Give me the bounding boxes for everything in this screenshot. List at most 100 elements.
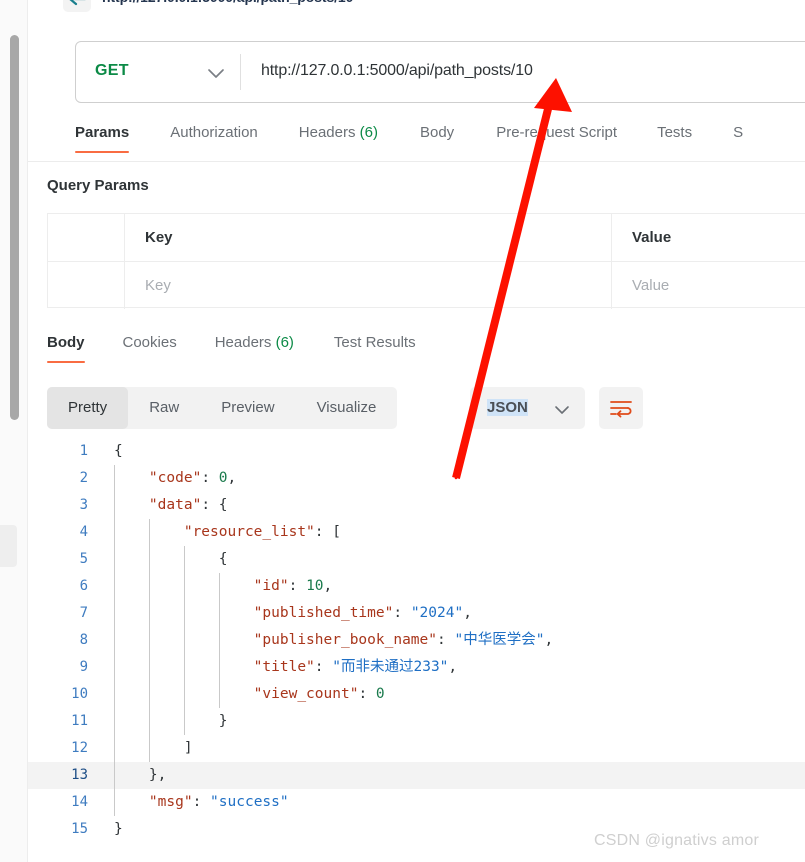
view-mode-visualize[interactable]: Visualize [296, 387, 398, 429]
code-token: , [463, 605, 472, 621]
code-token: "view_count" [114, 686, 359, 702]
url-bar-divider [240, 54, 241, 90]
code-token: : [358, 686, 376, 702]
code-line[interactable]: 5 { [28, 546, 805, 573]
row-checkbox-cell[interactable] [48, 262, 125, 309]
code-line-number: 5 [79, 551, 88, 567]
tab-tests[interactable]: Tests [657, 124, 692, 141]
key-input-placeholder[interactable]: Key [145, 277, 171, 294]
view-mode-preview[interactable]: Preview [200, 387, 295, 429]
code-line-number: 13 [71, 767, 88, 783]
code-token: "success" [210, 794, 289, 810]
table-header-row: Key Value [48, 214, 805, 261]
code-token: : { [201, 497, 228, 513]
code-line[interactable]: 3 "data": { [28, 492, 805, 519]
code-line[interactable]: 2 "code": 0, [28, 465, 805, 492]
code-line[interactable]: 13 }, [28, 762, 805, 789]
code-token: { [114, 551, 228, 567]
code-line-text: "resource_list": [ [114, 519, 341, 546]
response-tab-cookies[interactable]: Cookies [123, 334, 177, 351]
code-line-text: "view_count": 0 [114, 681, 385, 708]
code-line[interactable]: 14 "msg": "success" [28, 789, 805, 816]
code-token: "id" [114, 578, 289, 594]
http-method-select[interactable]: GET [76, 42, 240, 102]
code-line-text: "publisher_book_name": "中华医学会", [114, 627, 554, 654]
tab-label: Body [47, 334, 85, 351]
response-format-select[interactable]: JSON [470, 387, 585, 429]
code-line[interactable]: 7 "published_time": "2024", [28, 600, 805, 627]
tab-authorization[interactable]: Authorization [170, 124, 258, 141]
breadcrumb-url-text: http://127.0.0.1:5000/api/path_posts/10 [102, 0, 353, 5]
url-input[interactable]: http://127.0.0.1:5000/api/path_posts/10 [261, 62, 533, 80]
header-value-label: Value [632, 229, 672, 246]
code-token: : [288, 578, 307, 594]
tab-pre-request-script[interactable]: Pre-request Script [496, 124, 617, 141]
response-body-code-viewer[interactable]: 1{2 "code": 0, 3 "data": {4 "resource_lis… [28, 438, 805, 862]
tab-headers[interactable]: Headers (6) [299, 124, 378, 141]
code-line-text: ] [114, 735, 193, 762]
tab-label: Pre-request Script [496, 124, 618, 141]
code-token: 10 [306, 578, 324, 594]
http-method-label: GET [95, 62, 129, 79]
code-line[interactable]: 12 ] [28, 735, 805, 762]
code-token: "publisher_book_name" [114, 632, 438, 648]
code-line[interactable]: 9 "title": "而非未通过233", [28, 654, 805, 681]
row-key-cell[interactable]: Key [125, 262, 612, 309]
code-line-number: 14 [71, 794, 88, 810]
code-token: "published_time" [114, 605, 394, 621]
view-mode-pretty[interactable]: Pretty [47, 387, 129, 429]
code-token: , [227, 470, 237, 486]
tab-label: Headers [214, 334, 272, 351]
tab-s[interactable]: S [733, 124, 743, 141]
sidebar-collapsed-handle[interactable] [0, 525, 17, 567]
code-line[interactable]: 6 "id": 10, [28, 573, 805, 600]
code-line-text: "data": { [114, 492, 228, 519]
code-token: } [114, 713, 228, 729]
value-input-placeholder[interactable]: Value [632, 277, 669, 294]
tab-label: Headers [298, 124, 356, 141]
query-params-table: Key Value Key Value [47, 213, 805, 309]
response-tab-headers[interactable]: Headers (6) [215, 334, 294, 351]
header-key-label: Key [145, 229, 173, 246]
left-rail [0, 0, 28, 862]
back-arrow-icon[interactable] [63, 0, 91, 12]
code-line[interactable]: 10 "view_count": 0 [28, 681, 805, 708]
code-token: "resource_list" [114, 524, 315, 540]
response-tab-test-results[interactable]: Test Results [334, 334, 416, 351]
view-mode-raw[interactable]: Raw [128, 387, 200, 429]
word-wrap-icon [610, 401, 632, 418]
code-line-text: { [114, 438, 123, 465]
response-tab-body[interactable]: Body [47, 334, 85, 363]
code-line-number: 4 [79, 524, 88, 540]
tab-label: S [733, 124, 744, 141]
word-wrap-toggle-button[interactable] [599, 387, 643, 429]
vertical-scrollbar[interactable] [10, 35, 19, 420]
code-token: , [544, 632, 554, 648]
watermark: CSDN @ignativs amor [594, 832, 759, 849]
code-token: "title" [114, 659, 315, 675]
code-line-number: 12 [71, 740, 88, 756]
code-line[interactable]: 1{ [28, 438, 805, 465]
tab-label: Params [75, 124, 130, 141]
code-line-number: 8 [79, 632, 88, 648]
code-line-number: 2 [79, 470, 88, 486]
response-format-label: JSON [487, 399, 528, 416]
code-token: , [448, 659, 458, 675]
code-token: : [192, 794, 211, 810]
row-value-cell[interactable]: Value [612, 262, 805, 309]
chevron-down-icon [555, 406, 569, 414]
code-line-number: 1 [79, 443, 88, 459]
code-line-text: "msg": "success" [114, 789, 289, 816]
code-line[interactable]: 4 "resource_list": [ [28, 519, 805, 546]
tab-params[interactable]: Params [75, 124, 130, 153]
query-params-title: Query Params [47, 177, 149, 194]
code-line-number: 7 [79, 605, 88, 621]
code-token: }, [114, 767, 167, 783]
table-row[interactable]: Key Value [48, 261, 805, 309]
code-token: "中华医学会" [454, 632, 545, 648]
code-line[interactable]: 11 } [28, 708, 805, 735]
response-view-mode-group: Pretty Raw Preview Visualize [47, 387, 398, 429]
code-line[interactable]: 8 "publisher_book_name": "中华医学会", [28, 627, 805, 654]
breadcrumb: http://127.0.0.1:5000/api/path_posts/10 [28, 0, 805, 14]
tab-body[interactable]: Body [420, 124, 454, 141]
